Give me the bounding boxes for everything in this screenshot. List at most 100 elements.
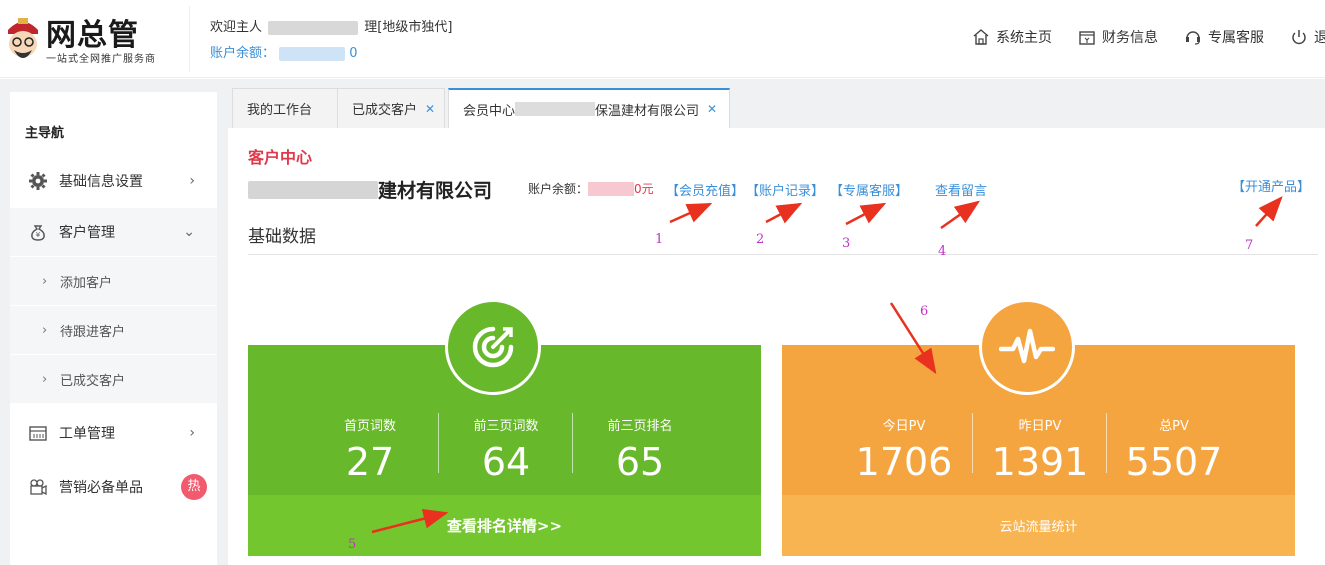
- redacted-company-name: [248, 180, 378, 199]
- company-name: 建材有限公司: [248, 176, 492, 203]
- tab-label: 我的工作台: [247, 103, 313, 118]
- logo-subtitle: 一站式全网推广服务商: [46, 54, 156, 65]
- sidebar-title: 主导航: [25, 126, 65, 141]
- redacted-name: [268, 20, 359, 35]
- tab-member-center[interactable]: 会员中心 保温建材有限公司 ✕: [448, 88, 730, 128]
- sidebar: 主导航 基础信息设置 › ¥ 客户管理 ⌄ › 添加客户 › 待跟进客户 › 已…: [10, 92, 217, 565]
- gear-icon: [29, 172, 47, 190]
- sidebar-item-customer-management[interactable]: ¥ 客户管理 ⌄: [10, 208, 217, 256]
- stat-label: 首页词数: [343, 419, 396, 434]
- caret-right-icon: ›: [42, 273, 48, 289]
- divider: [248, 254, 1318, 255]
- home-icon: [973, 29, 989, 45]
- nav-system-home-label: 系统主页: [996, 30, 1052, 46]
- tab-bar: 我的工作台 已成交客户 ✕ 会员中心 保温建材有限公司 ✕: [222, 88, 1325, 128]
- account-balance-label: 账户余额：: [528, 182, 589, 196]
- annotation-2: 2: [756, 232, 765, 247]
- sidebar-item-marketing[interactable]: 营销必备单品 热: [10, 463, 217, 511]
- sidebar-item-label: 基础信息设置: [59, 174, 143, 190]
- content-panel: 客户中心 建材有限公司 账户余额： 0元 【会员充值】 【账户记录】 【专属客服…: [228, 128, 1325, 565]
- link-view-messages[interactable]: 查看留言: [935, 180, 987, 199]
- header-balance: 账户余额： 0: [210, 42, 358, 61]
- redacted-balance: [279, 46, 346, 61]
- headset-icon: [1186, 31, 1200, 45]
- sidebar-item-label: 客户管理: [59, 225, 115, 241]
- calendar-icon: [29, 426, 47, 441]
- section-title: 客户中心: [248, 148, 313, 167]
- sidebar-item-label: 工单管理: [59, 426, 115, 442]
- sidebar-subitem-closed-deals[interactable]: › 已成交客户: [10, 355, 217, 403]
- svg-text:¥: ¥: [36, 231, 41, 239]
- nav-customer-service-label: 专属客服: [1208, 30, 1264, 46]
- annotation-5: 5: [348, 537, 357, 552]
- sidebar-subitem-add-customer[interactable]: › 添加客户: [10, 257, 217, 305]
- stat-label: 昨日PV: [1018, 419, 1062, 434]
- pulse-icon: [999, 328, 1055, 364]
- account-balance: 账户余额： 0元: [528, 180, 656, 197]
- power-icon: [1292, 30, 1306, 45]
- welcome-prefix: 欢迎主人: [210, 20, 263, 35]
- close-icon[interactable]: ✕: [425, 102, 435, 116]
- stat-value: 1706: [855, 440, 953, 484]
- target-icon: [472, 326, 514, 368]
- redacted-company: [515, 102, 596, 116]
- stat-top3-pages-rank: 前三页排名 65: [573, 415, 707, 484]
- header-balance-tail: 0: [349, 46, 358, 61]
- nav-customer-service[interactable]: 专属客服: [1184, 26, 1264, 48]
- sidebar-subitem-follow-up[interactable]: › 待跟进客户: [10, 306, 217, 354]
- header: 网总管 一站式全网推广服务商 欢迎主人 理[地级市独代] 账户余额： 0 系统主…: [0, 0, 1325, 78]
- stat-label: 今日PV: [882, 419, 926, 434]
- chevron-right-icon: ›: [189, 173, 195, 189]
- logo[interactable]: 网总管 一站式全网推广服务商: [0, 6, 190, 72]
- annotation-3: 3: [842, 236, 851, 251]
- pulse-icon-circle: [979, 299, 1075, 395]
- sidebar-item-basic-settings[interactable]: 基础信息设置 ›: [10, 157, 217, 205]
- stat-value: 5507: [1125, 440, 1223, 484]
- traffic-stats-label: 云站流量统计: [999, 520, 1078, 535]
- link-account-records[interactable]: 【账户记录】: [746, 180, 824, 199]
- annotation-1: 1: [655, 232, 664, 247]
- nav-logout[interactable]: 退: [1290, 26, 1325, 48]
- stat-value: 27: [345, 440, 395, 484]
- header-balance-label: 账户余额：: [210, 46, 276, 61]
- link-recharge[interactable]: 【会员充值】: [666, 180, 744, 199]
- base-data-title: 基础数据: [248, 227, 316, 247]
- stat-value: 65: [615, 440, 665, 484]
- account-unit: 0元: [634, 182, 654, 196]
- traffic-card-body: 今日PV 1706 昨日PV 1391 总PV 5507: [782, 299, 1295, 495]
- close-icon[interactable]: ✕: [707, 102, 717, 116]
- annotation-7: 7: [1245, 238, 1254, 253]
- redacted-amount: [588, 181, 635, 196]
- welcome-role: 理[地级市独代]: [364, 20, 453, 35]
- link-exclusive-service[interactable]: 【专属客服】: [830, 180, 908, 199]
- tab-closed-customers[interactable]: 已成交客户 ✕: [337, 88, 445, 128]
- tab-label-suffix: 保温建材有限公司: [595, 103, 700, 119]
- tab-label: 已成交客户: [352, 103, 418, 118]
- sidebar-item-work-orders[interactable]: 工单管理 ›: [10, 409, 217, 457]
- target-icon-circle: [445, 299, 541, 395]
- traffic-stats-button[interactable]: 云站流量统计: [782, 495, 1295, 556]
- nav-finance[interactable]: 财务信息: [1078, 26, 1158, 48]
- stat-top3-pages-words: 前三页词数 64: [439, 415, 573, 484]
- annotation-6: 6: [920, 304, 929, 319]
- traffic-card: 今日PV 1706 昨日PV 1391 总PV 5507 云站流量统计: [782, 299, 1295, 556]
- caret-right-icon: ›: [42, 371, 48, 387]
- stat-label: 前三页词数: [473, 419, 539, 434]
- tab-workbench[interactable]: 我的工作台: [232, 88, 338, 128]
- sidebar-item-label: 营销必备单品: [59, 480, 143, 496]
- wallet-icon: [1079, 31, 1095, 45]
- company-name-suffix: 建材有限公司: [378, 180, 493, 202]
- chevron-down-icon: ⌄: [183, 224, 195, 240]
- nav-finance-label: 财务信息: [1102, 30, 1158, 46]
- video-camera-icon: [30, 479, 47, 496]
- stat-value: 1391: [991, 440, 1089, 484]
- stat-yesterday-pv: 昨日PV 1391: [973, 415, 1107, 484]
- link-open-product[interactable]: 【开通产品】: [1232, 176, 1310, 195]
- stat-label: 总PV: [1159, 419, 1189, 434]
- nav-system-home[interactable]: 系统主页: [972, 26, 1052, 48]
- chevron-right-icon: ›: [189, 425, 195, 441]
- stat-label: 前三页排名: [607, 419, 673, 434]
- welcome-text: 欢迎主人 理[地级市独代]: [210, 16, 452, 35]
- view-ranking-details-button[interactable]: 查看排名详情>>: [248, 495, 761, 556]
- view-ranking-details-label: 查看排名详情>>: [446, 517, 563, 535]
